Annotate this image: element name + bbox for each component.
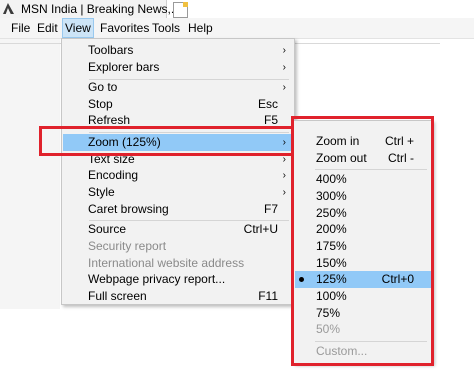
menu-item-label: Source [88, 222, 127, 236]
menu-help[interactable]: Help [186, 19, 215, 37]
menu-item-label: Explorer bars [88, 60, 160, 74]
menu-item-label: International website address [88, 256, 245, 270]
menu-item-label: Style [88, 185, 115, 199]
view-menu-item-security-report: Security report [63, 238, 293, 255]
menu-item-label: Toolbars [88, 43, 134, 57]
chevron-right-icon: › [282, 45, 286, 56]
chevron-right-icon: › [282, 62, 286, 73]
menu-item-label: Caret browsing [88, 202, 169, 216]
view-menu-item-encoding[interactable]: Encoding › [63, 167, 293, 184]
menu-item-shortcut: Esc [257, 97, 278, 111]
browser-tab[interactable]: MSN India | Breaking News,... [0, 0, 181, 18]
title-bar: MSN India | Breaking News,... [0, 0, 474, 19]
chevron-right-icon: › [282, 82, 286, 93]
zoom-highlight-annotation [39, 126, 294, 156]
menu-bar: File Edit View Favorites Tools Help [0, 18, 474, 38]
menu-item-shortcut: Ctrl+U [243, 222, 278, 236]
msn-icon [3, 3, 14, 14]
menu-item-label: Security report [88, 239, 167, 253]
menu-item-label: Go to [88, 80, 118, 94]
menu-edit[interactable]: Edit [35, 19, 60, 37]
view-menu-item-go-to[interactable]: Go to › [63, 79, 293, 96]
view-menu-item-full-screen[interactable]: Full screen F11 [63, 288, 293, 305]
view-menu-item-toolbars[interactable]: Toolbars › [63, 42, 293, 59]
menu-item-label: Encoding [88, 168, 139, 182]
page-background-strip [0, 39, 60, 309]
view-menu-item-caret-browsing[interactable]: Caret browsing F7 [63, 201, 293, 218]
zoom-submenu-annotation [291, 116, 434, 366]
view-menu-item-style[interactable]: Style › [63, 184, 293, 201]
menu-item-label: Webpage privacy report... [88, 272, 226, 286]
new-tab-icon[interactable] [173, 2, 188, 18]
view-menu-item-international-address: International website address [63, 255, 293, 272]
menu-view[interactable]: View [62, 18, 94, 38]
menu-item-label: Stop [88, 97, 113, 111]
view-menu-item-stop[interactable]: Stop Esc [63, 96, 293, 113]
tab-title: MSN India | Breaking News,... [21, 2, 181, 16]
view-menu-item-source[interactable]: Source Ctrl+U [63, 221, 293, 238]
chevron-right-icon: › [282, 170, 286, 181]
view-menu-item-explorer-bars[interactable]: Explorer bars › [63, 59, 293, 76]
view-menu: Toolbars › Explorer bars › Go to › Stop … [61, 38, 295, 305]
chevron-right-icon: › [282, 187, 286, 198]
menu-item-shortcut: F11 [258, 289, 278, 303]
menu-favorites[interactable]: Favorites [98, 19, 151, 37]
menu-tools[interactable]: Tools [150, 19, 182, 37]
menu-file[interactable]: File [9, 19, 32, 37]
menu-item-label: Full screen [88, 289, 147, 303]
view-menu-item-privacy-report[interactable]: Webpage privacy report... [63, 271, 293, 288]
menu-item-shortcut: F7 [263, 202, 278, 216]
